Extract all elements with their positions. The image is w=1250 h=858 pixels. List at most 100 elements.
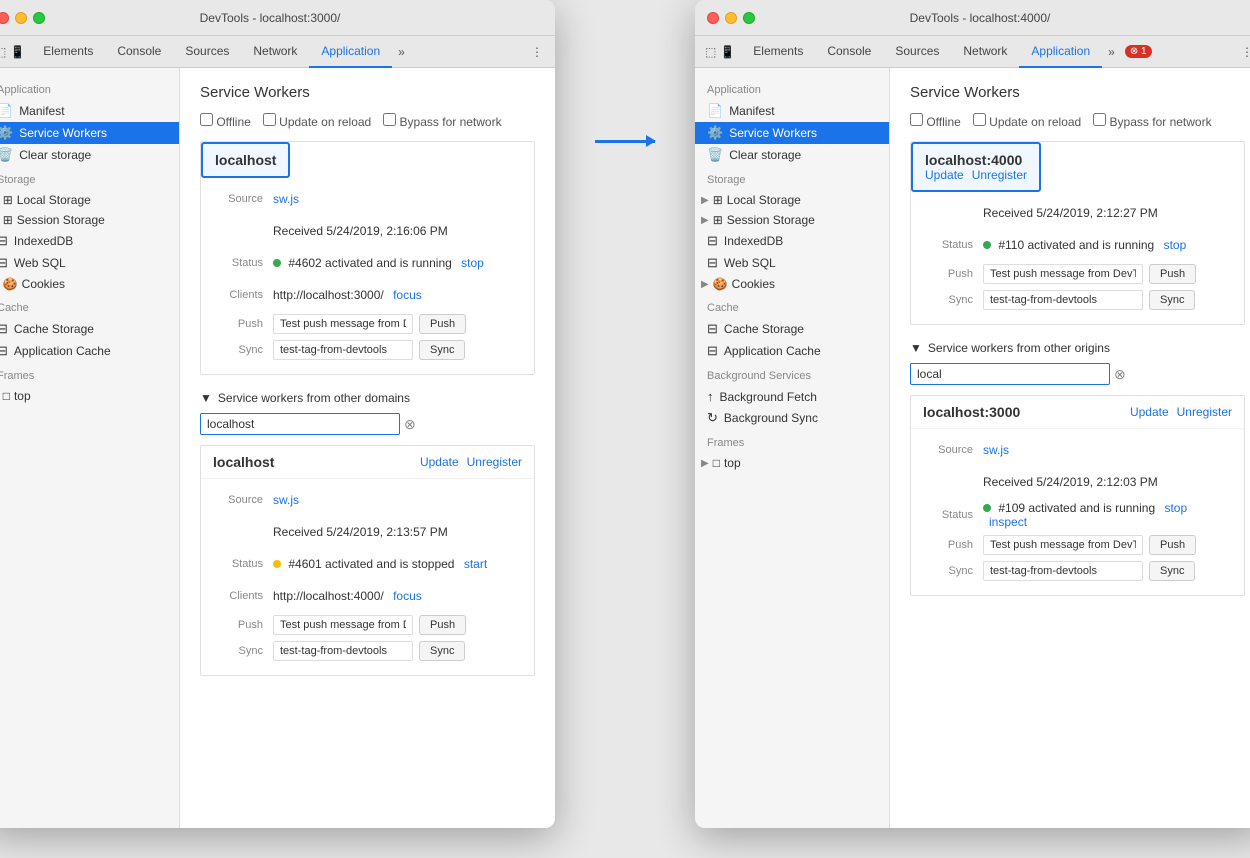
other-sync-input[interactable] <box>273 641 413 661</box>
sidebar-item-bg-fetch[interactable]: ↑ Background Fetch <box>695 386 889 407</box>
inspect-icon[interactable]: ⬚ <box>0 45 6 59</box>
other-push-input[interactable] <box>273 615 413 635</box>
other-push-button-2[interactable]: Push <box>1149 535 1196 555</box>
sidebar-item-clear-storage-2[interactable]: 🗑️ Clear storage <box>695 144 889 166</box>
inspect-icon-2[interactable]: ⬚ <box>705 45 716 59</box>
close-button-2[interactable] <box>707 12 719 24</box>
filter-clear-icon[interactable]: ⊗ <box>404 416 416 433</box>
device-icon-2[interactable]: 📱 <box>720 45 735 59</box>
tab-sources-2[interactable]: Sources <box>883 36 951 68</box>
sidebar-item-indexeddb-2[interactable]: ⊟ IndexedDB <box>695 230 889 252</box>
other-source-link[interactable]: sw.js <box>273 493 522 507</box>
bypass-checkbox-2[interactable] <box>1093 113 1106 126</box>
tab-console[interactable]: Console <box>105 36 173 68</box>
sidebar-item-manifest-2[interactable]: 📄 Manifest <box>695 100 889 122</box>
sync-input-2[interactable] <box>983 290 1143 310</box>
push-button-2[interactable]: Push <box>1149 264 1196 284</box>
filter-input-2[interactable] <box>910 363 1110 385</box>
tab-application-2[interactable]: Application <box>1019 36 1102 68</box>
sidebar-item-manifest[interactable]: 📄 Manifest <box>0 100 179 122</box>
push-input[interactable] <box>273 314 413 334</box>
sidebar-item-web-sql[interactable]: ⊟ Web SQL <box>0 252 179 274</box>
tab-elements[interactable]: Elements <box>31 36 105 68</box>
tab-network-2[interactable]: Network <box>951 36 1019 68</box>
bypass-checkbox-label-2[interactable]: Bypass for network <box>1093 113 1211 129</box>
filter-clear-icon-2[interactable]: ⊗ <box>1114 366 1126 383</box>
update-reload-checkbox-label[interactable]: Update on reload <box>263 113 371 129</box>
maximize-button-2[interactable] <box>743 12 755 24</box>
start-link[interactable]: start <box>464 557 487 571</box>
other-sync-button[interactable]: Sync <box>419 641 465 661</box>
filter-input[interactable] <box>200 413 400 435</box>
bypass-checkbox-label[interactable]: Bypass for network <box>383 113 501 129</box>
tab-network[interactable]: Network <box>241 36 309 68</box>
stop-link-other-2[interactable]: stop <box>1164 501 1187 515</box>
other-push-input-2[interactable] <box>983 535 1143 555</box>
sidebar-item-local-storage[interactable]: ▶ ⊞ Local Storage <box>0 190 179 210</box>
other-origins-header[interactable]: ▼ Service workers from other origins <box>910 341 1245 355</box>
tab-menu-2[interactable]: ⋮ <box>1233 45 1250 59</box>
sidebar-item-clear-storage[interactable]: 🗑️ Clear storage <box>0 144 179 166</box>
other-focus-link[interactable]: focus <box>393 589 422 603</box>
update-link-main-2[interactable]: Update <box>925 168 964 182</box>
other-source-link-2[interactable]: sw.js <box>983 443 1232 457</box>
other-sync-input-2[interactable] <box>983 561 1143 581</box>
update-link-2[interactable]: Update <box>1130 405 1169 419</box>
unregister-link[interactable]: Unregister <box>467 455 522 469</box>
offline-checkbox-2[interactable] <box>910 113 923 126</box>
update-reload-checkbox[interactable] <box>263 113 276 126</box>
sw-source-link[interactable]: sw.js <box>273 192 522 206</box>
tab-console-2[interactable]: Console <box>815 36 883 68</box>
main-panel-3000: Service Workers Offline Update on reload… <box>180 68 555 828</box>
tab-more-2[interactable]: » <box>1102 45 1121 59</box>
unregister-link-main-2[interactable]: Unregister <box>972 168 1027 182</box>
other-domains-header[interactable]: ▼ Service workers from other domains <box>200 391 535 405</box>
inspect-link-other-2[interactable]: inspect <box>989 515 1027 529</box>
other-sync-button-2[interactable]: Sync <box>1149 561 1195 581</box>
sidebar-item-cache-storage[interactable]: ⊟ Cache Storage <box>0 318 179 340</box>
sidebar-item-service-workers-2[interactable]: ⚙️ Service Workers <box>695 122 889 144</box>
minimize-button[interactable] <box>15 12 27 24</box>
push-input-2[interactable] <box>983 264 1143 284</box>
sidebar-item-web-sql-2[interactable]: ⊟ Web SQL <box>695 252 889 274</box>
sidebar-item-session-storage[interactable]: ▶ ⊞ Session Storage <box>0 210 179 230</box>
sidebar-item-bg-sync[interactable]: ↻ Background Sync <box>695 407 889 429</box>
sidebar-item-frames-top-2[interactable]: ▶ □ top <box>695 453 889 473</box>
offline-checkbox[interactable] <box>200 113 213 126</box>
sidebar-item-cookies[interactable]: ▶ 🍪 Cookies <box>0 274 179 294</box>
sidebar-item-local-storage-2[interactable]: ▶ ⊞ Local Storage <box>695 190 889 210</box>
sidebar-item-cookies-2[interactable]: ▶ 🍪 Cookies <box>695 274 889 294</box>
sidebar-item-frames-top[interactable]: ▶ □ top <box>0 386 179 406</box>
unregister-link-2[interactable]: Unregister <box>1177 405 1232 419</box>
sidebar-item-app-cache[interactable]: ⊟ Application Cache <box>0 340 179 362</box>
sync-button[interactable]: Sync <box>419 340 465 360</box>
minimize-button-2[interactable] <box>725 12 737 24</box>
offline-checkbox-label[interactable]: Offline <box>200 113 251 129</box>
sidebar-item-session-storage-2[interactable]: ▶ ⊞ Session Storage <box>695 210 889 230</box>
other-push-button[interactable]: Push <box>419 615 466 635</box>
tab-menu[interactable]: ⋮ <box>523 45 551 59</box>
sidebar-item-service-workers[interactable]: ⚙️ Service Workers <box>0 122 179 144</box>
update-reload-checkbox-2[interactable] <box>973 113 986 126</box>
stop-link-2[interactable]: stop <box>1164 238 1187 252</box>
tab-elements-2[interactable]: Elements <box>741 36 815 68</box>
offline-checkbox-label-2[interactable]: Offline <box>910 113 961 129</box>
tab-sources[interactable]: Sources <box>173 36 241 68</box>
push-button[interactable]: Push <box>419 314 466 334</box>
sync-button-2[interactable]: Sync <box>1149 290 1195 310</box>
sidebar-item-app-cache-2[interactable]: ⊟ Application Cache <box>695 340 889 362</box>
tab-application[interactable]: Application <box>309 36 392 68</box>
bypass-checkbox[interactable] <box>383 113 396 126</box>
maximize-button[interactable] <box>33 12 45 24</box>
sw-other-actions-2: Update Unregister <box>1130 405 1232 419</box>
sync-input[interactable] <box>273 340 413 360</box>
device-icon[interactable]: 📱 <box>10 45 25 59</box>
update-reload-checkbox-label-2[interactable]: Update on reload <box>973 113 1081 129</box>
tab-more[interactable]: » <box>392 45 411 59</box>
close-button[interactable] <box>0 12 9 24</box>
update-link[interactable]: Update <box>420 455 459 469</box>
sidebar-item-indexeddb[interactable]: ⊟ IndexedDB <box>0 230 179 252</box>
sidebar-item-cache-storage-2[interactable]: ⊟ Cache Storage <box>695 318 889 340</box>
focus-link[interactable]: focus <box>393 288 422 302</box>
stop-link[interactable]: stop <box>461 256 484 270</box>
